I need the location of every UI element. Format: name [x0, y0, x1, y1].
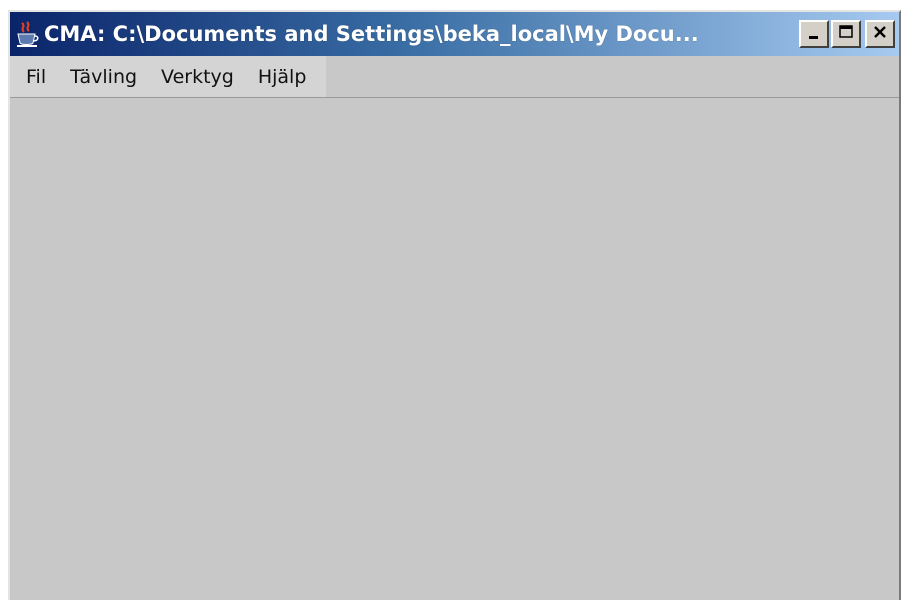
main-content-area — [10, 99, 899, 600]
close-button[interactable] — [865, 20, 895, 48]
maximize-icon — [838, 24, 854, 44]
close-icon — [872, 24, 888, 44]
menu-fil[interactable]: Fil — [14, 56, 58, 97]
menu-tavling[interactable]: Tävling — [58, 56, 149, 97]
menu-verktyg[interactable]: Verktyg — [149, 56, 246, 97]
application-window: CMA: C:\Documents and Settings\beka_loca… — [8, 10, 901, 600]
window-controls — [799, 20, 899, 48]
menu-bar-items: Fil Tävling Verktyg Hjälp — [10, 56, 327, 97]
window-title: CMA: C:\Documents and Settings\beka_loca… — [44, 22, 699, 46]
menu-hjalp[interactable]: Hjälp — [246, 56, 319, 97]
maximize-button[interactable] — [831, 20, 861, 48]
minimize-icon — [807, 25, 821, 44]
java-cup-icon[interactable] — [10, 12, 44, 56]
title-bar[interactable]: CMA: C:\Documents and Settings\beka_loca… — [10, 12, 899, 56]
menu-bar: Fil Tävling Verktyg Hjälp — [10, 56, 899, 98]
minimize-button[interactable] — [799, 20, 829, 48]
